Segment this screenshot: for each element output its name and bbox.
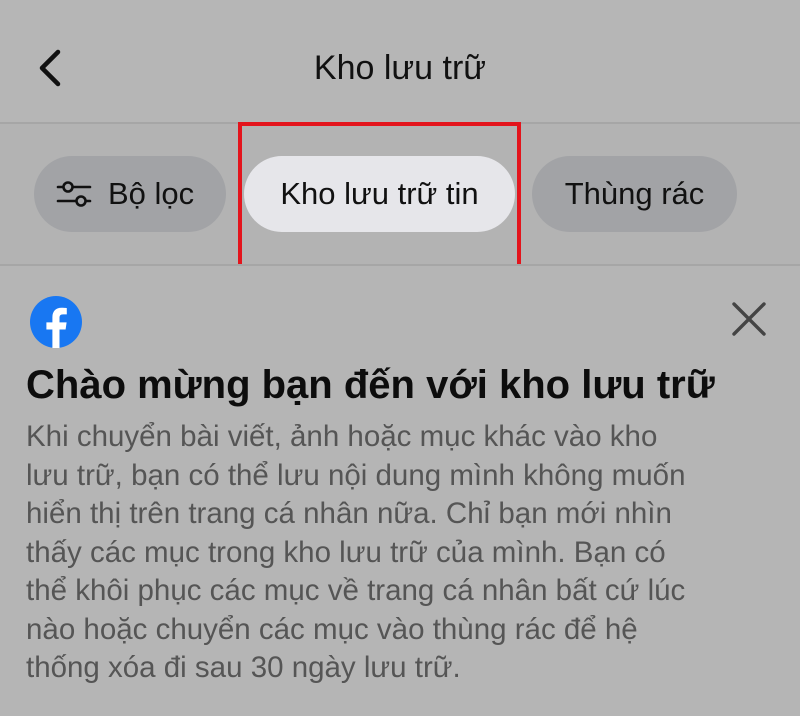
- trash-chip[interactable]: Thùng rác: [532, 156, 737, 232]
- archive-page: Kho lưu trữ Bộ lọc Kho lưu trữ tin Thùng…: [0, 0, 800, 716]
- card-title: Chào mừng bạn đến với kho lưu trữ: [26, 363, 715, 407]
- description-line: thấy các mục trong kho lưu trữ của mình.…: [26, 535, 666, 569]
- trash-chip-label: Thùng rác: [564, 176, 705, 211]
- story-archive-chip[interactable]: Kho lưu trữ tin: [244, 156, 515, 232]
- top-bar: Kho lưu trữ: [0, 0, 800, 122]
- filter-chip-label: Bộ lọc: [108, 176, 195, 211]
- description-line: lưu trữ, bạn có thể lưu nội dung mình kh…: [26, 458, 686, 492]
- description-line: thống xóa đi sau 30 ngày lưu trữ.: [26, 651, 461, 684]
- page-title: Kho lưu trữ: [313, 49, 487, 87]
- description-line: nào hoặc chuyển các mục vào thùng rác để…: [26, 612, 638, 646]
- card-description: Khi chuyển bài viết, ảnh hoặc mục khác v…: [26, 418, 776, 688]
- description-line: hiển thị trên trang cá nhân nữa. Chỉ bạn…: [26, 497, 672, 530]
- filter-chip[interactable]: Bộ lọc: [34, 156, 226, 232]
- facebook-logo-icon: [30, 296, 82, 348]
- sliders-icon: [56, 181, 92, 207]
- welcome-card: Chào mừng bạn đến với kho lưu trữ Khi ch…: [0, 266, 800, 716]
- story-archive-chip-label: Kho lưu trữ tin: [280, 176, 479, 211]
- description-line: thể khôi phục các mục về trang cá nhân b…: [26, 574, 686, 607]
- close-button[interactable]: [728, 298, 770, 340]
- description-line: Khi chuyển bài viết, ảnh hoặc mục khác v…: [26, 420, 658, 453]
- close-icon: [732, 302, 766, 336]
- chip-bar: Bộ lọc Kho lưu trữ tin Thùng rác: [0, 124, 800, 264]
